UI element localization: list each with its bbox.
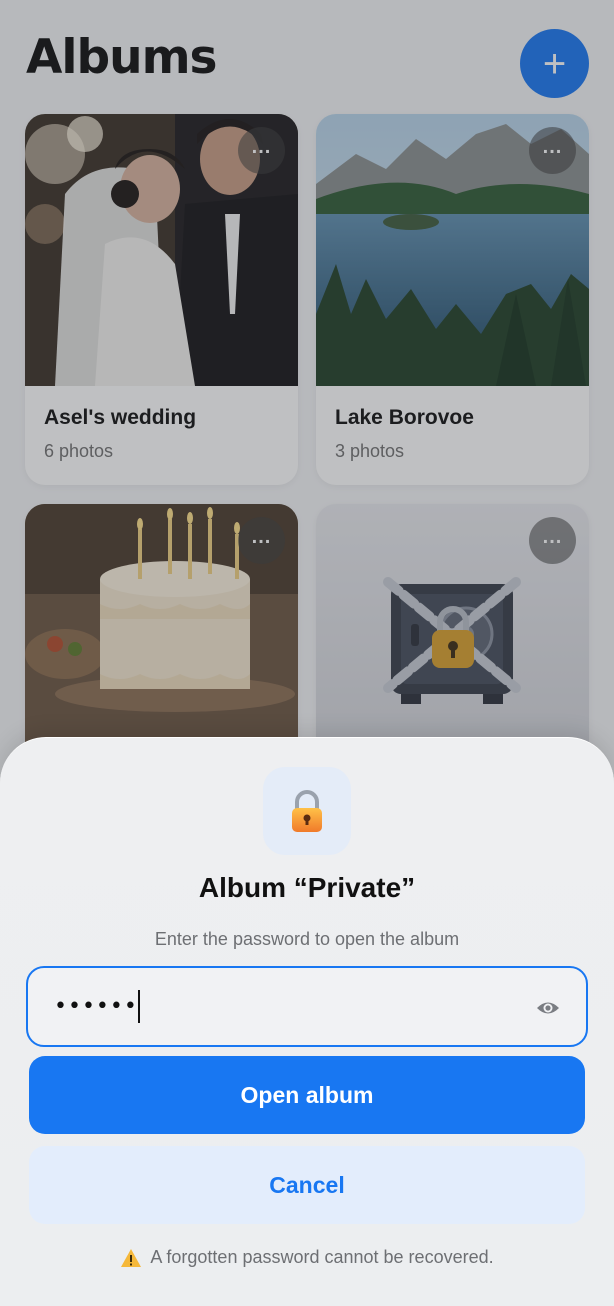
text-cursor [137, 990, 140, 1023]
warning-triangle-icon [120, 1248, 142, 1268]
dialog-subtitle: Enter the password to open the album [154, 929, 460, 949]
cancel-button[interactable]: Cancel [29, 1146, 585, 1224]
password-field[interactable]: •••••• [26, 966, 588, 1047]
dialog-title: Album “Private” [198, 872, 416, 903]
eye-icon[interactable] [536, 997, 560, 1019]
password-value: •••••• [54, 994, 138, 1019]
password-warning: A forgotten password cannot be recovered… [0, 1247, 614, 1268]
password-sheet: Album “Private” Enter the password to op… [0, 737, 614, 1306]
padlock-icon [263, 767, 351, 855]
open-album-button[interactable]: Open album [29, 1056, 585, 1134]
warning-text: A forgotten password cannot be recovered… [150, 1247, 494, 1267]
